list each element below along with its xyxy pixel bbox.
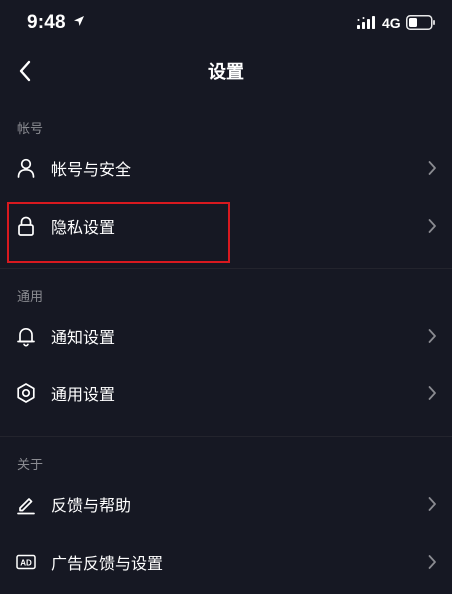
section-divider — [0, 268, 452, 269]
page-title: 设置 — [208, 62, 244, 83]
battery-icon — [406, 15, 435, 30]
section-header-account: 帐号 — [17, 122, 44, 137]
section-divider — [0, 436, 452, 437]
settings-row-label: 广告反馈与设置 — [51, 554, 164, 573]
status-bar: 9:48 4G — [0, 0, 452, 46]
ad-icon: AD — [14, 550, 38, 574]
edit-icon — [14, 492, 38, 516]
settings-row-feedback[interactable]: 反馈与帮助 — [0, 479, 452, 529]
network-type: 4G — [382, 15, 401, 31]
location-arrow-icon — [74, 16, 84, 26]
chevron-right-icon — [428, 329, 436, 343]
section-header-general: 通用 — [17, 290, 44, 305]
settings-row-general[interactable]: 通用设置 — [0, 368, 452, 418]
bell-icon — [14, 324, 38, 348]
settings-row-label: 帐号与安全 — [51, 160, 132, 179]
signal-icon — [357, 16, 375, 29]
status-time: 9:48 — [27, 12, 66, 33]
svg-text:AD: AD — [20, 559, 32, 568]
chevron-right-icon — [428, 497, 436, 511]
nav-bar: 设置 — [0, 48, 452, 94]
chevron-right-icon — [428, 555, 436, 569]
settings-row-label: 通知设置 — [51, 328, 116, 347]
settings-row-ad-feedback[interactable]: AD 广告反馈与设置 — [0, 537, 452, 587]
settings-row-label: 反馈与帮助 — [51, 496, 132, 515]
settings-row-notifications[interactable]: 通知设置 — [0, 311, 452, 361]
highlight-box — [7, 202, 230, 263]
chevron-right-icon — [428, 161, 436, 175]
chevron-right-icon — [428, 219, 436, 233]
settings-row-account-security[interactable]: 帐号与安全 — [0, 143, 452, 193]
gear-icon — [14, 381, 38, 405]
user-icon — [14, 156, 38, 180]
settings-row-label: 通用设置 — [51, 385, 116, 404]
chevron-right-icon — [428, 386, 436, 400]
section-header-about: 关于 — [17, 458, 44, 473]
